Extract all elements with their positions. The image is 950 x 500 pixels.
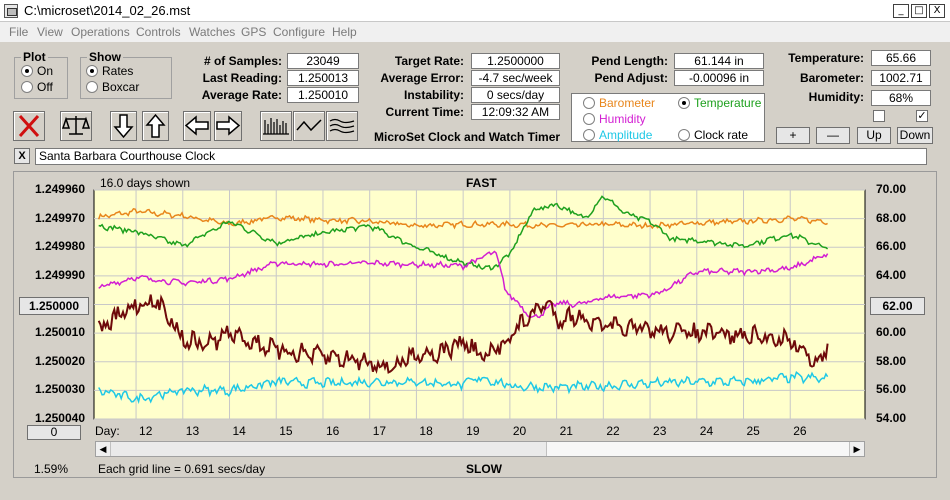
x-tick-label: 22 [606,424,620,438]
y2-tick-label: 58.00 [876,353,907,368]
x-tick-label: 13 [185,424,200,438]
scroll-thumb[interactable] [546,442,849,456]
x-tick-label: 19 [466,424,480,438]
x-tick-label: 15 [279,424,293,438]
y-tick-label: 1.250030 [34,382,85,397]
y2-tick-label: 66.00 [876,239,907,254]
x-tick-label: 25 [746,424,760,438]
slow-label: SLOW [466,462,502,476]
scroll-left-icon[interactable]: ◀ [96,442,111,456]
y-tick-label: 1.249960 [34,182,85,196]
days-shown-label: 16.0 days shown [100,176,191,190]
x-tick-label: 18 [419,424,433,438]
y2-tick-label: 70.00 [876,182,907,196]
y-tick-label: 1.250040 [34,411,85,425]
y2-tick-label: 56.00 [876,382,907,397]
x-tick-label: 14 [232,424,246,438]
x-tick-label: 12 [139,424,153,438]
y-tick-label: 1.249970 [34,210,85,225]
y-tick-label: 1.249980 [34,239,85,254]
scroll-right-icon[interactable]: ▶ [849,442,864,456]
center-right-button[interactable]: 62.00 [870,297,925,315]
fast-label: FAST [466,176,497,190]
x-tick-label: 24 [699,424,714,438]
y-tick-label: 1.250020 [34,353,85,368]
y2-tick-label: 60.00 [876,325,907,340]
y-tick-label: 1.250010 [34,325,85,340]
y-tick-label: 1.249990 [34,267,85,282]
y2-tick-label: 68.00 [876,210,907,225]
center-value-button[interactable]: 1.250000 [19,297,89,315]
day-axis-prefix: Day: [95,424,120,438]
x-tick-label: 17 [372,424,387,438]
percent-label: 1.59% [34,462,69,476]
x-tick-label: 21 [559,424,573,438]
horizontal-scrollbar[interactable]: ◀ ▶ [95,441,865,457]
x-tick-label: 16 [325,424,340,438]
x-tick-label: 20 [512,424,527,438]
x-tick-label: 23 [653,424,667,438]
x-tick-label: 26 [793,424,807,438]
y2-tick-label: 54.00 [876,411,907,425]
y2-tick-label: 64.00 [876,267,907,282]
offset-button[interactable]: 0 [27,425,81,440]
grid-note-label: Each grid line = 0.691 secs/day [98,462,266,476]
